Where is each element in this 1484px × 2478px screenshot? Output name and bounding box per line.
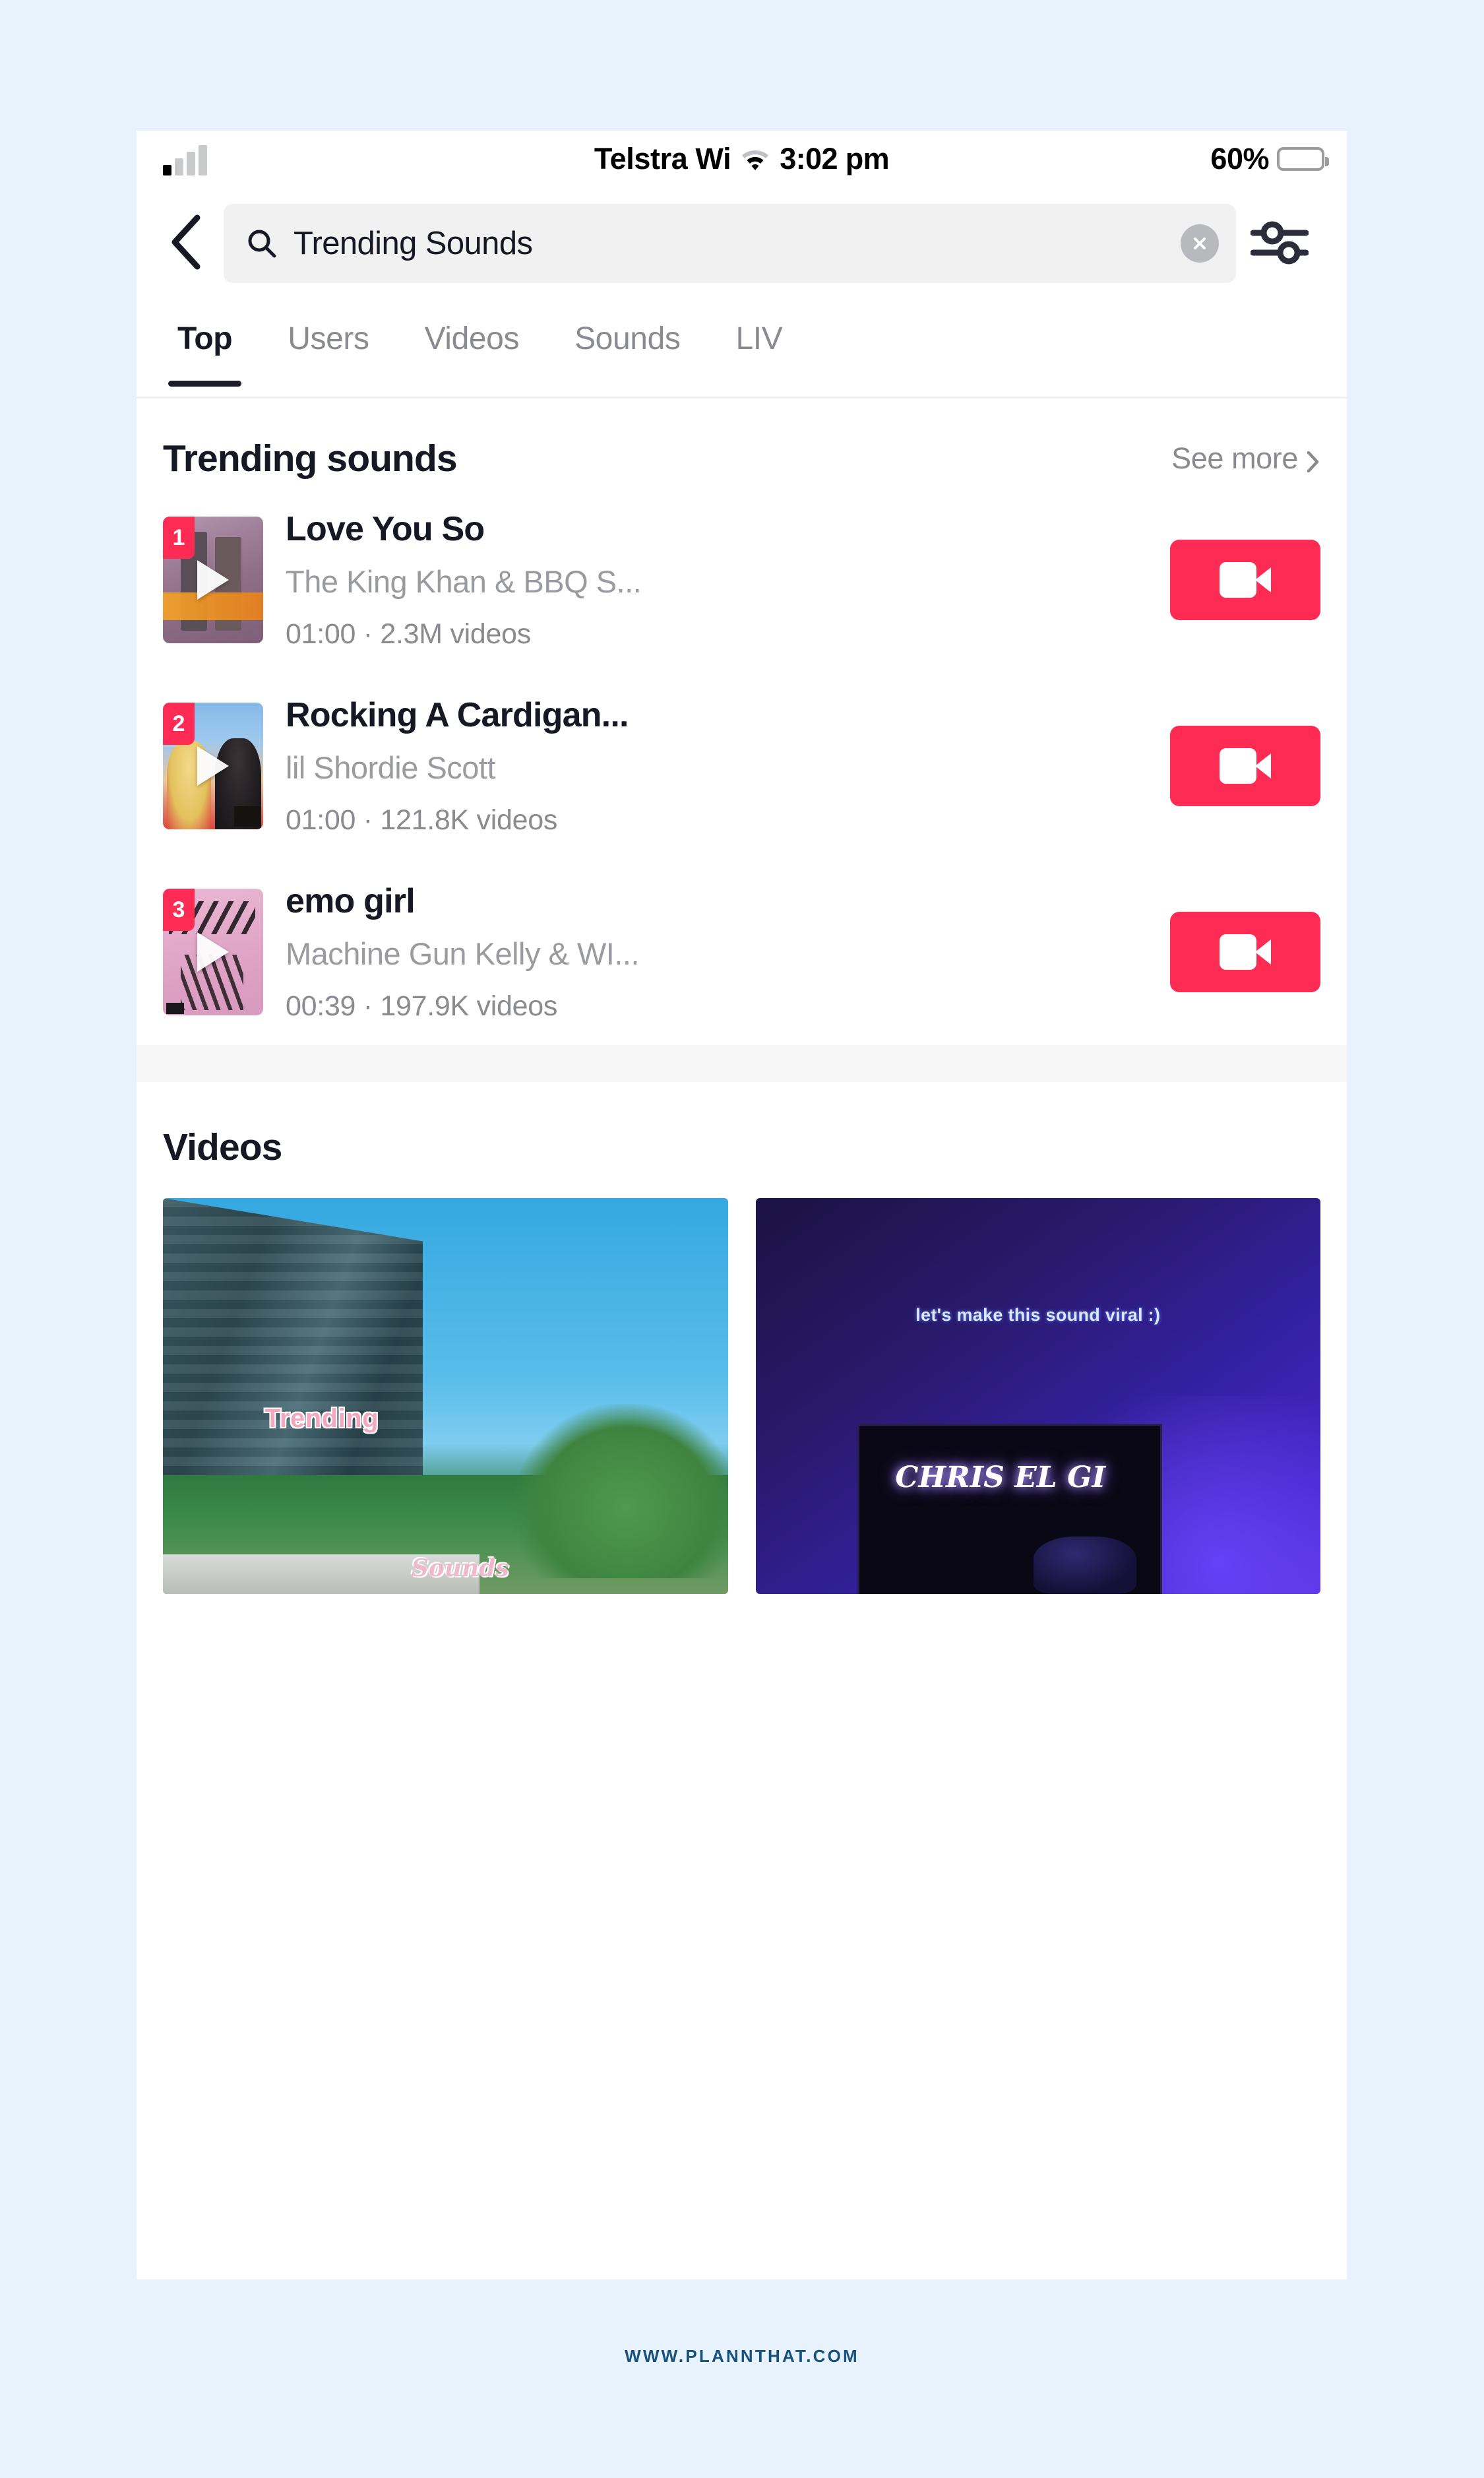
status-bar-center: Telstra Wi 3:02 pm (137, 131, 1347, 187)
tab-label: LIV (735, 321, 783, 356)
video-overlay-text-secondary: Sounds (411, 1554, 509, 1582)
play-triangle-icon (197, 746, 229, 786)
trending-sounds-section: Trending sounds See more 1 Love You So T… (137, 398, 1347, 1045)
sound-thumbnail[interactable]: 3 (163, 889, 263, 1015)
video-camera-icon (1220, 562, 1271, 598)
search-header: Trending Sounds (137, 187, 1347, 300)
sound-artist: Machine Gun Kelly & WI... (286, 936, 640, 971)
sound-meta: 01:00 · 121.8K videos (286, 804, 558, 836)
search-icon (246, 228, 278, 259)
rank-badge: 2 (163, 703, 195, 745)
close-circle-icon[interactable] (1181, 224, 1219, 263)
use-sound-button[interactable] (1170, 540, 1320, 620)
battery-percent-label: 60% (1210, 142, 1269, 175)
see-more-button[interactable]: See more (1171, 441, 1320, 476)
sound-thumbnail[interactable]: 2 (163, 703, 263, 829)
back-button[interactable] (151, 209, 220, 278)
trending-sounds-header: Trending sounds See more (163, 398, 1320, 487)
section-title: Trending sounds (163, 437, 458, 480)
sound-info: Love You So The King Khan & BBQ S... 01:… (286, 509, 1148, 651)
video-card[interactable]: CHRIS EL GI let's make this sound viral … (755, 1198, 1320, 1594)
rank-badge: 1 (163, 517, 195, 559)
video-camera-icon (1220, 748, 1271, 784)
tab-videos[interactable]: Videos (397, 300, 547, 377)
status-bar-right: 60% (1210, 131, 1329, 187)
carrier-label: Telstra Wi (594, 142, 731, 175)
chevron-right-icon (1306, 447, 1320, 473)
battery-icon (1277, 147, 1329, 171)
search-input[interactable]: Trending Sounds (224, 204, 1236, 283)
chevron-left-icon (168, 214, 202, 274)
tab-label: Sounds (574, 321, 681, 356)
filter-button[interactable] (1236, 209, 1323, 278)
clock-label: 3:02 pm (780, 142, 890, 175)
section-divider (137, 1045, 1347, 1082)
videos-section: Videos Trending Sounds CHRIS EL GI let's… (137, 1082, 1347, 1594)
tab-users[interactable]: Users (260, 300, 396, 377)
sound-thumbnail[interactable]: 1 (163, 517, 263, 643)
see-more-label: See more (1171, 441, 1298, 475)
sound-title: Love You So (286, 510, 485, 548)
video-overlay-text: Trending (264, 1404, 379, 1433)
search-input-value: Trending Sounds (294, 226, 533, 261)
video-caption-text: let's make this sound viral :) (915, 1305, 1161, 1325)
tab-label: Videos (424, 321, 520, 356)
tab-top[interactable]: Top (150, 300, 260, 387)
sound-meta: 00:39 · 197.9K videos (286, 990, 558, 1022)
sound-title: Rocking A Cardigan... (286, 696, 629, 734)
sound-meta: 01:00 · 2.3M videos (286, 618, 531, 650)
video-card[interactable]: Trending Sounds (163, 1198, 728, 1594)
phone-screenshot: Telstra Wi 3:02 pm 60% Trending Sounds T… (137, 131, 1347, 2279)
videos-header: Videos (163, 1082, 1320, 1198)
play-triangle-icon (197, 560, 229, 600)
sliders-filter-icon (1250, 220, 1309, 268)
use-sound-button[interactable] (1170, 726, 1320, 806)
sound-artist: The King Khan & BBQ S... (286, 564, 642, 599)
tab-sounds[interactable]: Sounds (547, 300, 708, 377)
rank-badge: 3 (163, 889, 195, 931)
sound-list-item[interactable]: 1 Love You So The King Khan & BBQ S... 0… (163, 487, 1320, 673)
wifi-icon (740, 147, 770, 171)
video-grid: Trending Sounds CHRIS EL GI let's make t… (163, 1198, 1320, 1594)
tab-live[interactable]: LIV (708, 300, 810, 377)
sound-info: emo girl Machine Gun Kelly & WI... 00:39… (286, 881, 1148, 1023)
play-triangle-icon (197, 932, 229, 972)
site-watermark: WWW.PLANNTHAT.COM (625, 2346, 859, 2366)
sound-list-item[interactable]: 2 Rocking A Cardigan... lil Shordie Scot… (163, 673, 1320, 859)
sound-info: Rocking A Cardigan... lil Shordie Scott … (286, 695, 1148, 837)
search-result-tabs: Top Users Videos Sounds LIV (137, 300, 1347, 398)
tab-label: Top (177, 321, 233, 356)
video-neon-text: CHRIS EL GI (895, 1461, 1106, 1495)
status-bar: Telstra Wi 3:02 pm 60% (137, 131, 1347, 187)
video-camera-icon (1220, 934, 1271, 970)
sound-list-item[interactable]: 3 emo girl Machine Gun Kelly & WI... 00:… (163, 859, 1320, 1045)
sound-artist: lil Shordie Scott (286, 750, 496, 785)
tab-label: Users (288, 321, 369, 356)
sound-title: emo girl (286, 882, 416, 920)
section-title: Videos (163, 1126, 282, 1168)
use-sound-button[interactable] (1170, 912, 1320, 992)
